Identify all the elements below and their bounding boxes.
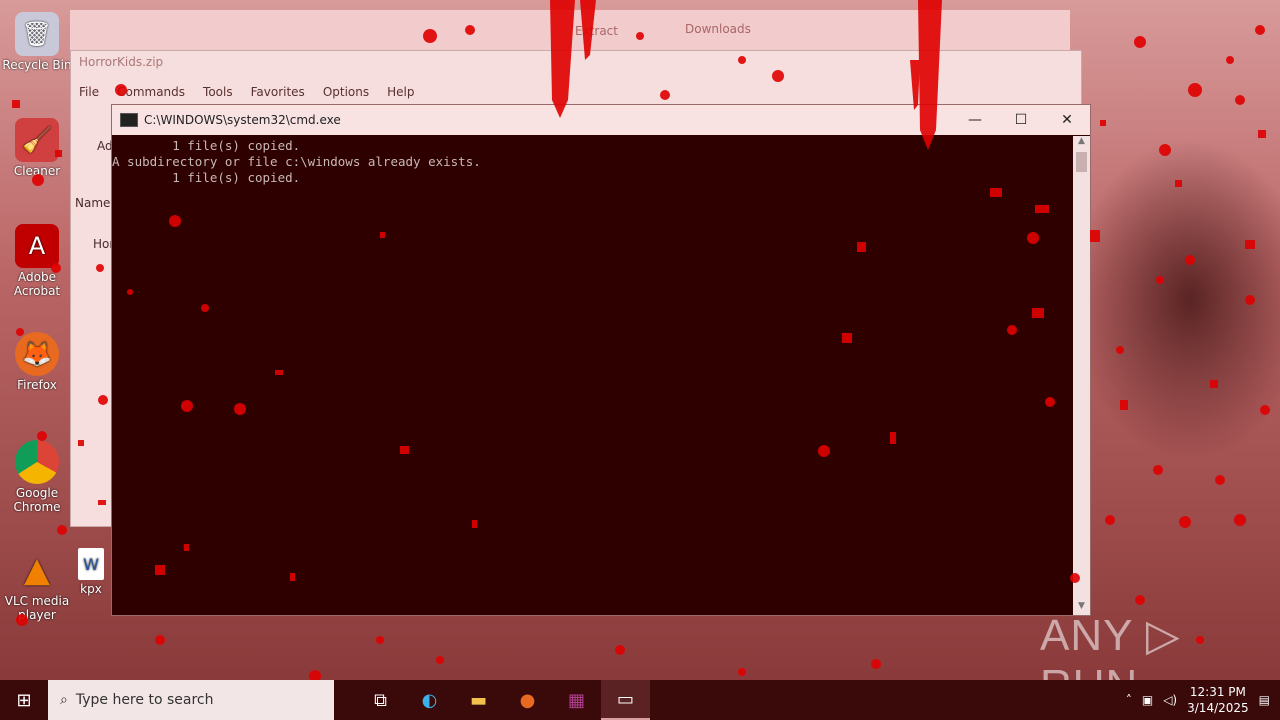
cmd-window[interactable]: C:\WINDOWS\system32\cmd.exe — ☐ ✕ 1 file… bbox=[111, 104, 1091, 616]
desktop-icon-cleaner[interactable]: 🧹 Cleaner bbox=[2, 118, 72, 178]
desktop-icon-chrome[interactable]: Google Chrome bbox=[2, 440, 72, 514]
taskbar: ⊞ ⌕ Type here to search ⧉ ◐ ▬ ● ▦ ▭ ˄ ▣ … bbox=[0, 680, 1280, 720]
scroll-thumb[interactable] bbox=[1076, 152, 1087, 172]
cmd-titlebar[interactable]: C:\WINDOWS\system32\cmd.exe — ☐ ✕ bbox=[112, 105, 1090, 135]
network-icon[interactable]: ▣ bbox=[1142, 693, 1153, 707]
desktop-icon-recycle-bin[interactable]: 🗑 Recycle Bin bbox=[2, 12, 72, 72]
taskbar-winrar[interactable]: ▦ bbox=[552, 680, 601, 720]
taskbar-firefox[interactable]: ● bbox=[503, 680, 552, 720]
desktop-icon-label: Firefox bbox=[17, 378, 57, 392]
console-output[interactable]: 1 file(s) copied. A subdirectory or file … bbox=[112, 136, 1073, 615]
winrar-title: HorrorKids.zip bbox=[79, 55, 164, 69]
clock-time: 12:31 PM bbox=[1189, 685, 1246, 699]
desktop-icon-firefox[interactable]: 🦊 Firefox bbox=[2, 332, 72, 392]
desktop-icon-label: Cleaner bbox=[13, 164, 61, 178]
search-icon: ⌕ bbox=[60, 692, 68, 708]
taskbar-edge[interactable]: ◐ bbox=[405, 680, 454, 720]
windows-logo-icon: ⊞ bbox=[16, 689, 32, 711]
task-view-icon: ⧉ bbox=[374, 689, 387, 711]
winrar-titlebar: HorrorKids.zip bbox=[71, 51, 1081, 81]
desktop-icon-vlc[interactable]: ▲ VLC media player bbox=[2, 548, 72, 622]
firefox-icon: ● bbox=[519, 689, 536, 711]
vlc-icon: ▲ bbox=[23, 550, 51, 590]
console-icon bbox=[120, 113, 138, 127]
taskbar-cmd[interactable]: ▭ bbox=[601, 680, 650, 720]
cmd-scrollbar[interactable]: ▲ ▼ bbox=[1073, 136, 1090, 615]
desktop-icon-label: Adobe Acrobat bbox=[13, 270, 61, 298]
taskbar-clock[interactable]: 12:31 PM 3/14/2025 bbox=[1187, 684, 1249, 716]
desktop-icon-label: Google Chrome bbox=[13, 486, 61, 514]
taskbar-search[interactable]: ⌕ Type here to search bbox=[48, 680, 334, 720]
chevron-up-icon[interactable]: ˄ bbox=[1126, 693, 1132, 707]
desktop-icon-label: kpx bbox=[80, 582, 102, 596]
desktop-icon-word-doc[interactable]: W kpx bbox=[66, 548, 116, 596]
maximize-button[interactable]: ☐ bbox=[998, 105, 1044, 135]
console-line: 1 file(s) copied. bbox=[112, 170, 301, 185]
taskbar-file-explorer[interactable]: ▬ bbox=[454, 680, 503, 720]
console-line: 1 file(s) copied. bbox=[112, 138, 301, 153]
search-placeholder: Type here to search bbox=[75, 692, 214, 708]
desktop-icon-label: VLC media player bbox=[4, 594, 70, 622]
column-header-name[interactable]: Name bbox=[75, 196, 110, 210]
extract-tab[interactable]: Extract bbox=[575, 24, 618, 38]
chrome-icon bbox=[15, 440, 59, 484]
volume-icon[interactable]: ◁) bbox=[1163, 693, 1177, 707]
clock-date: 3/14/2025 bbox=[1187, 701, 1249, 715]
cmd-icon: ▭ bbox=[616, 688, 634, 710]
minimize-button[interactable]: — bbox=[952, 105, 998, 135]
notification-icon[interactable]: ▤ bbox=[1259, 693, 1270, 707]
desktop-icon-label: Recycle Bin bbox=[2, 58, 72, 72]
word-doc-icon: W bbox=[78, 548, 104, 580]
close-button[interactable]: ✕ bbox=[1044, 105, 1090, 135]
downloads-tab[interactable]: Downloads bbox=[685, 22, 751, 36]
scroll-up-icon[interactable]: ▲ bbox=[1073, 136, 1090, 150]
downloads-window-strip: Extract Downloads bbox=[70, 10, 1070, 51]
desktop-icon-acrobat[interactable]: A Adobe Acrobat bbox=[2, 224, 72, 298]
cmd-title: C:\WINDOWS\system32\cmd.exe bbox=[144, 113, 341, 127]
ccleaner-icon: 🧹 bbox=[15, 118, 59, 162]
firefox-icon: 🦊 bbox=[15, 332, 59, 376]
task-view-button[interactable]: ⧉ bbox=[356, 680, 405, 720]
folder-icon: ▬ bbox=[469, 689, 487, 711]
edge-icon: ◐ bbox=[421, 689, 438, 711]
recycle-bin-icon: 🗑 bbox=[15, 12, 59, 56]
console-line: A subdirectory or file c:\windows alread… bbox=[112, 154, 481, 169]
start-button[interactable]: ⊞ bbox=[0, 680, 48, 720]
winrar-icon: ▦ bbox=[567, 689, 585, 711]
menu-file[interactable]: File bbox=[79, 85, 99, 107]
system-tray: ˄ ▣ ◁) 12:31 PM 3/14/2025 ▤ bbox=[1126, 684, 1280, 716]
acrobat-icon: A bbox=[15, 224, 59, 268]
